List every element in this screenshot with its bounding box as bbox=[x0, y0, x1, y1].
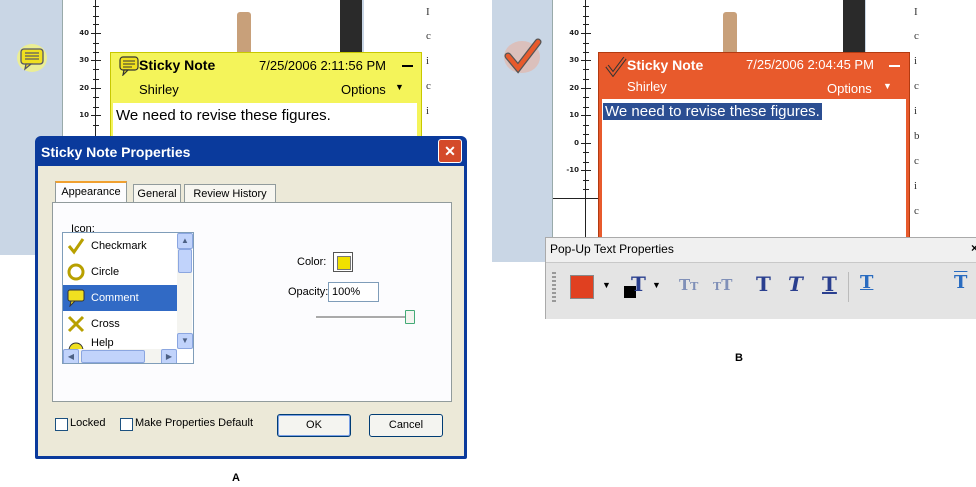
options-menu[interactable]: Options bbox=[827, 81, 872, 96]
underline-icon[interactable]: T bbox=[822, 272, 837, 296]
checkmark-icon bbox=[67, 237, 85, 255]
sticky-note-popup[interactable]: Sticky Note 7/25/2006 2:04:45 PM Shirley… bbox=[598, 52, 910, 264]
superscript-icon[interactable]: T bbox=[954, 272, 967, 293]
text-color-button[interactable]: T bbox=[624, 272, 646, 298]
sticky-note-popup[interactable]: Sticky Note 7/25/2006 2:11:56 PM Shirley… bbox=[110, 52, 422, 144]
ruler-label: 0 bbox=[574, 139, 579, 147]
minimize-icon[interactable] bbox=[889, 65, 900, 67]
close-icon[interactable]: ✕ bbox=[438, 139, 462, 163]
note-date: 7/25/2006 2:11:56 PM bbox=[259, 58, 386, 73]
comment-icon bbox=[119, 56, 139, 77]
scroll-down-icon[interactable]: ▼ bbox=[177, 333, 193, 349]
chevron-down-icon[interactable]: ▼ bbox=[883, 81, 892, 91]
circle-icon bbox=[67, 263, 85, 281]
opacity-slider-track[interactable] bbox=[316, 316, 406, 319]
minimize-icon[interactable] bbox=[402, 65, 413, 67]
tab-review-history[interactable]: Review History bbox=[184, 184, 276, 203]
scroll-thumb[interactable] bbox=[81, 350, 145, 363]
italic-icon[interactable]: T bbox=[788, 272, 803, 296]
note-author: Shirley bbox=[627, 79, 667, 94]
chevron-down-icon[interactable]: ▼ bbox=[395, 82, 404, 92]
text-color-dropdown-icon[interactable]: ▼ bbox=[652, 280, 661, 290]
bold-icon[interactable]: T bbox=[756, 272, 771, 296]
list-item-checkmark[interactable]: Checkmark bbox=[63, 233, 177, 259]
decrease-font-size-icon[interactable]: TT bbox=[679, 276, 698, 294]
toolbar-separator bbox=[848, 272, 849, 302]
caption-a: A bbox=[232, 472, 240, 484]
caption-b: B bbox=[735, 352, 743, 364]
note-title: Sticky Note bbox=[139, 57, 216, 73]
comment-icon bbox=[67, 289, 85, 308]
fill-color-dropdown-icon[interactable]: ▼ bbox=[602, 280, 611, 290]
fill-color-button[interactable] bbox=[570, 275, 594, 299]
toolbar-title: Pop-Up Text Properties bbox=[550, 242, 674, 256]
toolbar-grip[interactable] bbox=[552, 272, 556, 302]
cancel-button[interactable]: Cancel bbox=[369, 414, 443, 437]
help-icon bbox=[67, 341, 85, 349]
scroll-thumb[interactable] bbox=[178, 249, 192, 273]
color-label: Color: bbox=[297, 256, 327, 268]
opacity-label: Opacity: bbox=[288, 286, 329, 298]
dialog-title: Sticky Note Properties bbox=[41, 144, 191, 160]
color-swatch bbox=[337, 256, 351, 270]
dialog-body: Appearance General Review History Icon: … bbox=[38, 166, 464, 456]
popup-text-properties-toolbar: Pop-Up Text Properties × ▼ T ▼ TT TT T T… bbox=[545, 237, 976, 319]
opacity-slider-thumb[interactable] bbox=[405, 310, 415, 324]
ruler-label: 20 bbox=[569, 84, 579, 92]
locked-checkbox[interactable] bbox=[55, 418, 68, 431]
scroll-right-icon[interactable]: ▶ bbox=[161, 349, 177, 363]
list-item-comment[interactable]: Comment bbox=[63, 285, 177, 311]
note-title: Sticky Note bbox=[627, 57, 704, 73]
increase-font-size-icon[interactable]: TT bbox=[713, 276, 732, 294]
ruler-label: 30 bbox=[569, 56, 579, 64]
make-default-label: Make Properties Default bbox=[135, 417, 253, 429]
sticky-note-header[interactable]: Sticky Note 7/25/2006 2:11:56 PM Shirley… bbox=[111, 53, 421, 101]
subscript-icon[interactable]: T bbox=[860, 272, 873, 293]
ok-button[interactable]: OK bbox=[277, 414, 351, 437]
sticky-note-properties-dialog: Sticky Note Properties ✕ Appearance Gene… bbox=[35, 136, 467, 459]
ruler-label: 10 bbox=[79, 111, 89, 119]
icon-listbox[interactable]: Checkmark Circle Comment Cross Help ▲ ▼ … bbox=[62, 232, 194, 364]
checkmark-icon bbox=[605, 55, 627, 78]
scroll-up-icon[interactable]: ▲ bbox=[177, 233, 193, 249]
ruler-label: 10 bbox=[569, 111, 579, 119]
locked-label: Locked bbox=[70, 417, 106, 429]
ruler-label: 20 bbox=[79, 84, 89, 92]
ruler-b: 40 30 20 10 0 -10 bbox=[559, 0, 591, 255]
list-item-help[interactable]: Help bbox=[63, 337, 177, 349]
color-picker-button[interactable] bbox=[333, 252, 353, 272]
close-icon[interactable]: × bbox=[971, 241, 976, 255]
comment-icon[interactable] bbox=[16, 42, 48, 74]
tab-general[interactable]: General bbox=[133, 184, 181, 203]
list-item-circle[interactable]: Circle bbox=[63, 259, 177, 285]
list-item-cross[interactable]: Cross bbox=[63, 311, 177, 337]
note-text-selected[interactable]: We need to revise these figures. bbox=[603, 103, 822, 120]
checkmark-icon[interactable] bbox=[502, 36, 542, 76]
options-menu[interactable]: Options bbox=[341, 82, 386, 97]
opacity-input[interactable]: 100% bbox=[328, 282, 379, 302]
make-default-checkbox[interactable] bbox=[120, 418, 133, 431]
note-date: 7/25/2006 2:04:45 PM bbox=[746, 57, 874, 72]
ruler-label: 40 bbox=[569, 29, 579, 37]
cross-icon bbox=[67, 315, 85, 333]
scroll-left-icon[interactable]: ◀ bbox=[63, 349, 79, 363]
ruler-label: 30 bbox=[79, 56, 89, 64]
ruler-label: 40 bbox=[79, 29, 89, 37]
ruler-label: -10 bbox=[566, 166, 579, 174]
list-horizontal-scrollbar[interactable]: ◀ ▶ bbox=[63, 349, 177, 363]
list-vertical-scrollbar[interactable]: ▲ ▼ bbox=[177, 233, 193, 349]
note-text[interactable]: We need to revise these figures. bbox=[116, 107, 331, 124]
note-author: Shirley bbox=[139, 82, 179, 97]
